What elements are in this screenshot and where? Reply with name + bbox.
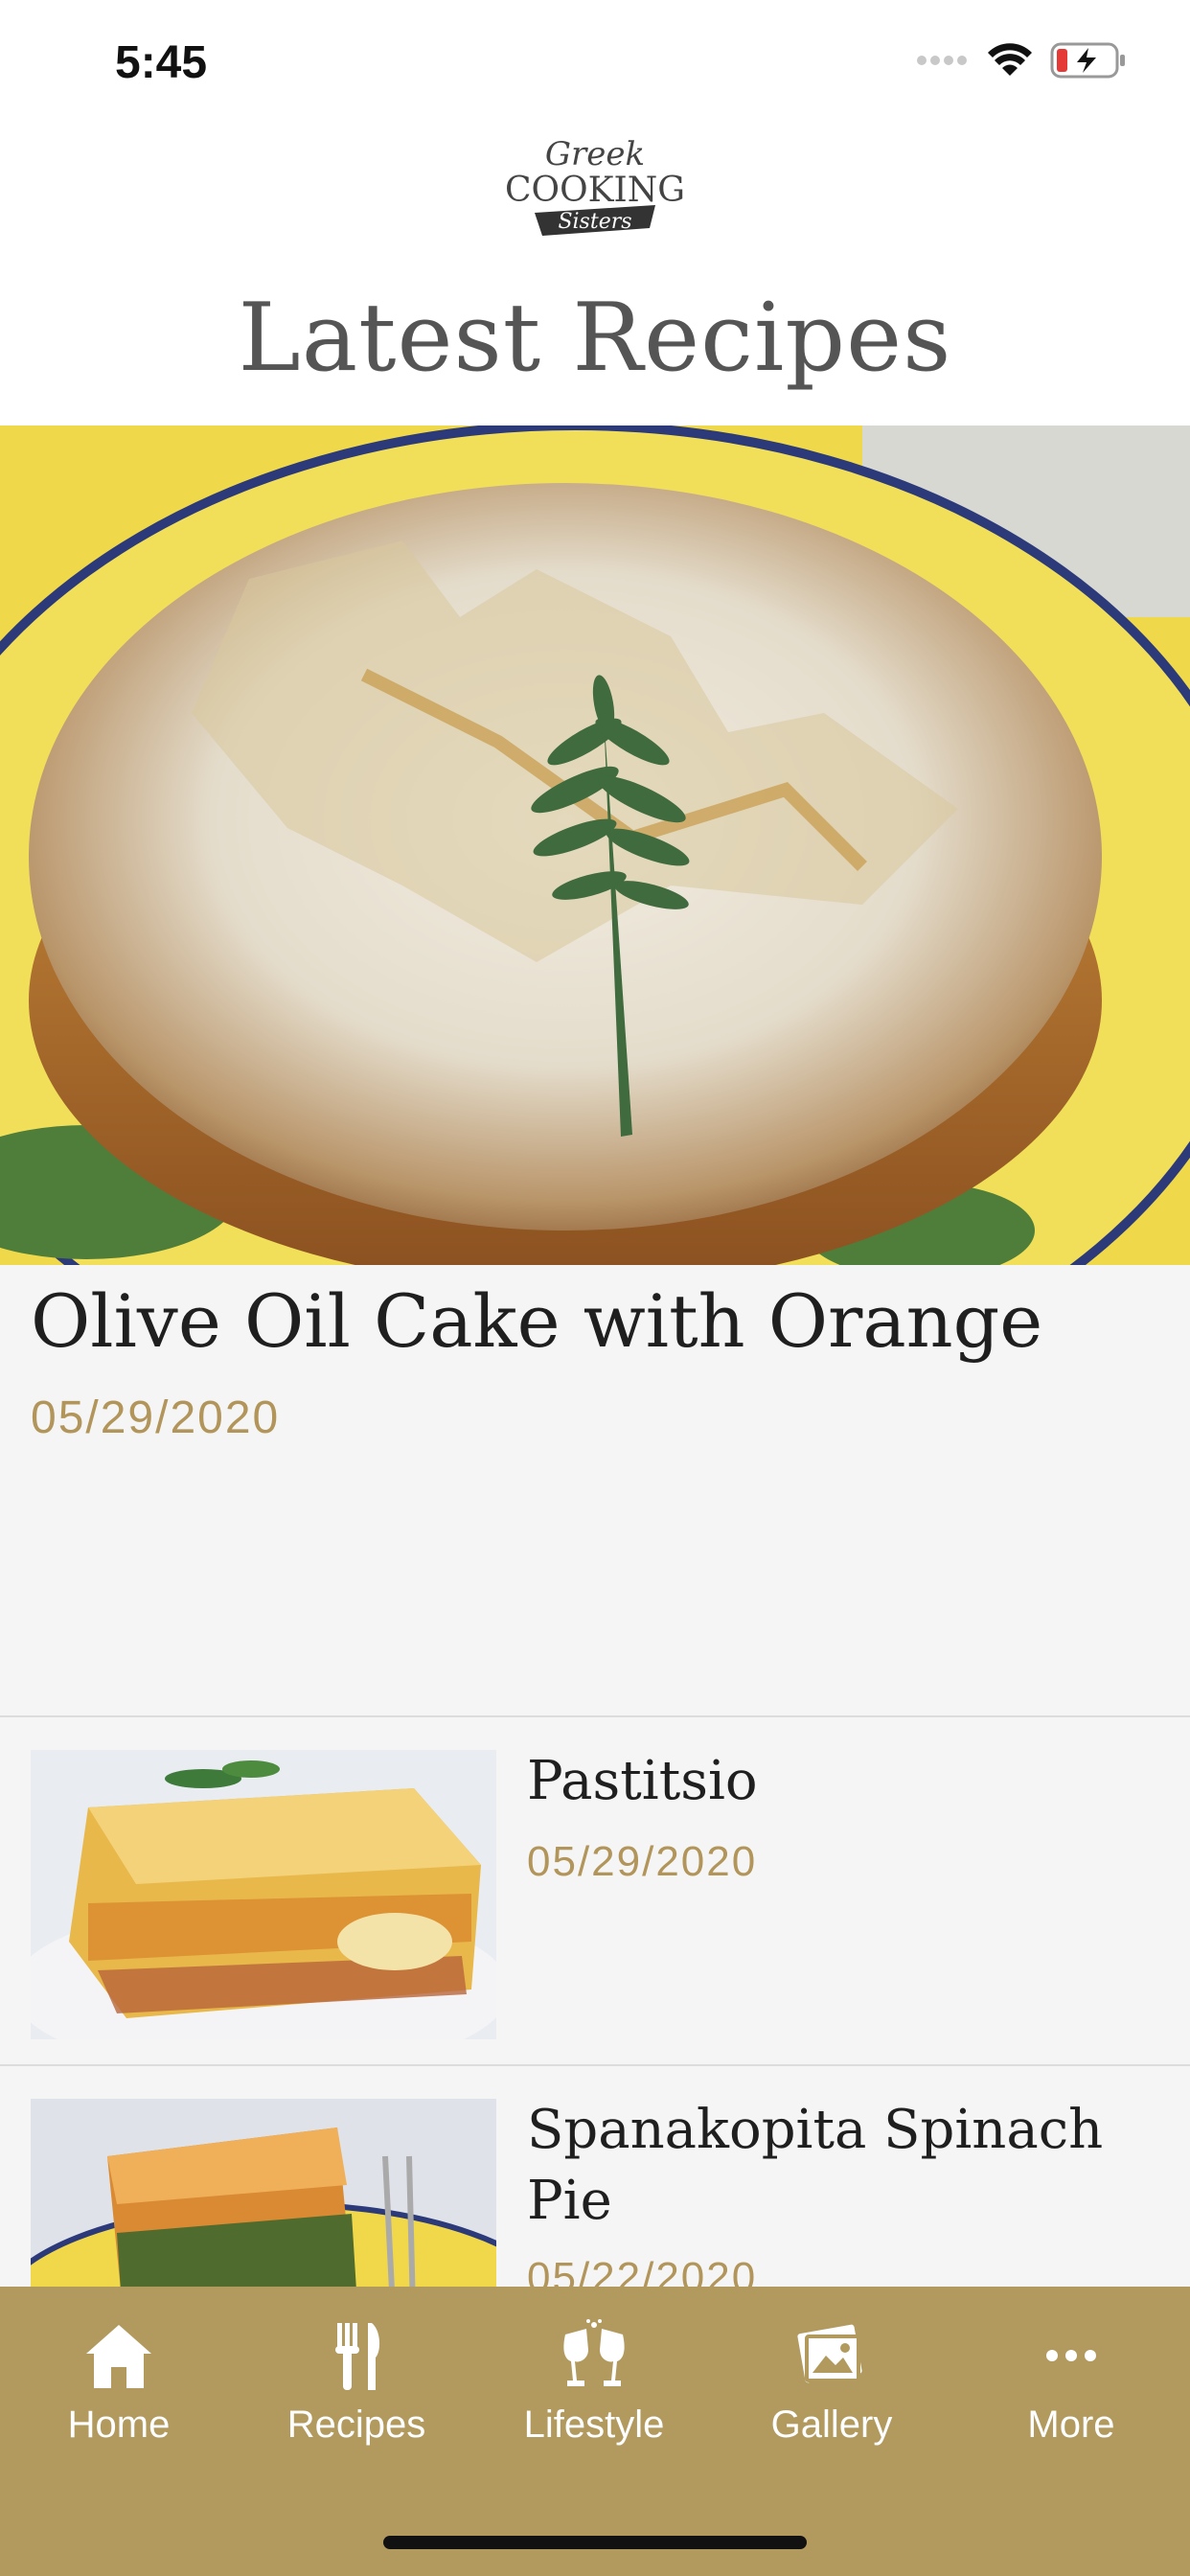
wifi-icon [988,43,1032,76]
section-header: Latest Recipes [0,251,1190,426]
home-indicator [383,2536,807,2549]
svg-text:COOKING: COOKING [505,171,685,210]
fork-knife-icon [335,2323,380,2390]
bottom-tab-bar: Home Recipes Lifestyle Gallery More [0,2287,1190,2576]
svg-text:Greek: Greek [545,135,645,173]
list-item[interactable]: Pastitsio 05/29/2020 [0,1717,1190,2064]
featured-recipe-date: 05/29/2020 [31,1392,281,1443]
tab-label: More [1027,2404,1115,2446]
photo-icon [797,2324,862,2383]
recipe-thumbnail [31,1750,496,2039]
battery-icon [1050,42,1125,79]
app-header: Greek COOKING Sisters [0,125,1190,253]
status-icons [916,42,1127,79]
tab-label: Home [67,2404,171,2446]
tab-home[interactable]: Home [0,2317,238,2461]
svg-text:Sisters: Sisters [558,210,631,234]
page-title: Latest Recipes [238,284,952,393]
recipe-title: Pastitsio [527,1750,758,1812]
home-icon [86,2325,151,2388]
tab-gallery[interactable]: Gallery [713,2317,950,2461]
status-bar: 5:45 [0,0,1190,125]
greek-cooking-sisters-logo[interactable]: Greek COOKING Sisters [496,125,694,249]
signal-icon [917,56,967,65]
tab-label: Lifestyle [523,2404,665,2446]
wine-glasses-icon [563,2319,625,2386]
status-time: 5:45 [115,37,208,88]
featured-recipe-title[interactable]: Olive Oil Cake with Orange [31,1278,1042,1364]
featured-recipe-image[interactable] [0,426,1190,1265]
tab-more[interactable]: More [952,2317,1190,2461]
tab-recipes[interactable]: Recipes [238,2317,475,2461]
more-dots-icon [1046,2350,1096,2361]
recipe-date: 05/29/2020 [527,1838,758,1885]
recipe-title: Spanakopita Spinach Pie [527,2099,1104,2232]
tab-label: Recipes [286,2404,426,2446]
tab-label: Gallery [770,2404,893,2446]
tab-lifestyle[interactable]: Lifestyle [475,2317,713,2461]
